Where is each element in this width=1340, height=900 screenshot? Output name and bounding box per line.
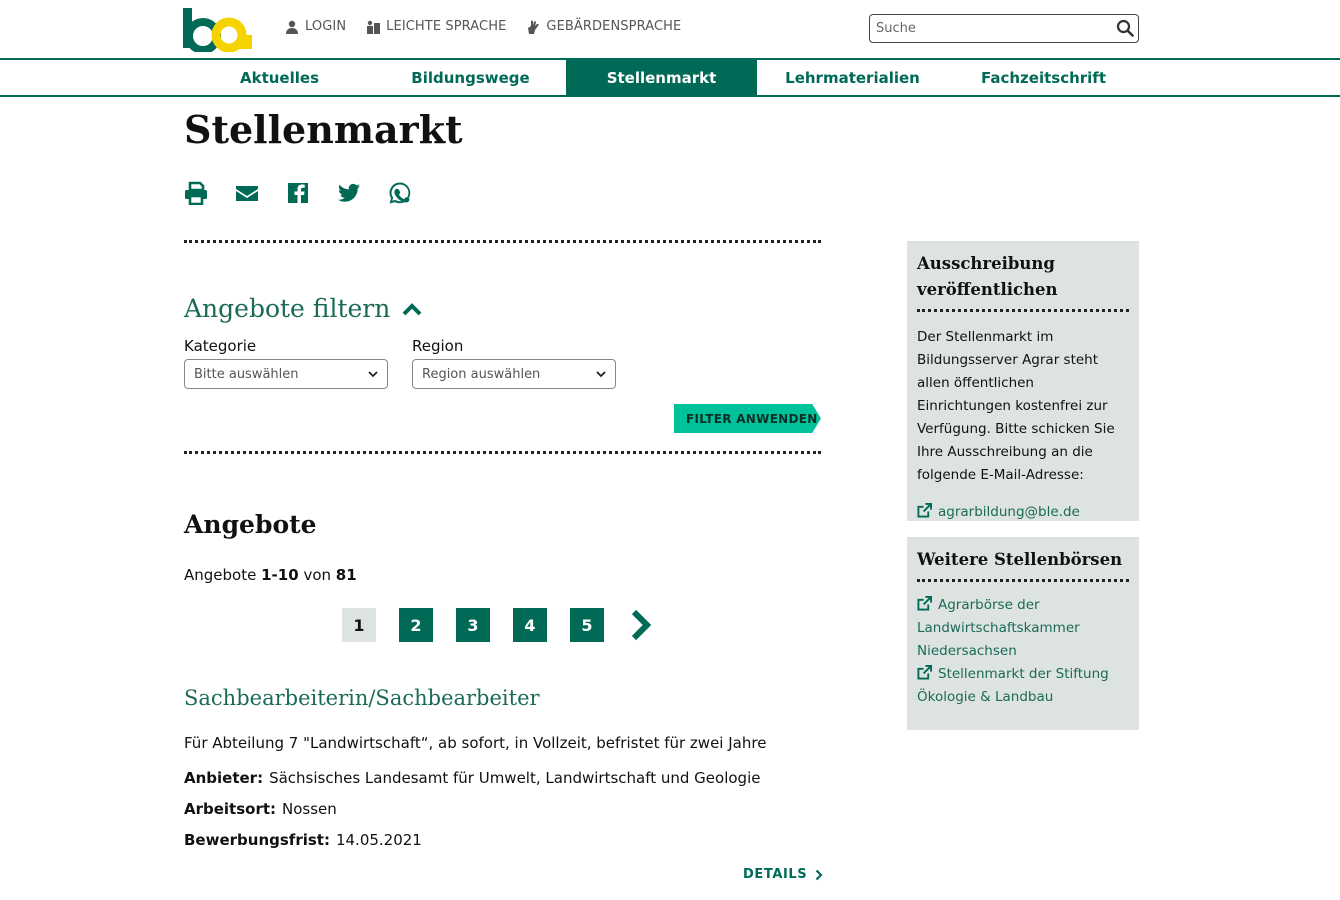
frist-label: Bewerbungsfrist:	[184, 831, 330, 849]
board-link-label: Stellenmarkt der Stiftung Ökologie & Lan…	[917, 666, 1109, 705]
nav-item-lehrmaterialien[interactable]: Lehrmaterialien	[757, 60, 948, 95]
whatsapp-icon[interactable]	[388, 181, 412, 205]
chevron-right-icon	[631, 609, 652, 641]
count-prefix: Angebote	[184, 566, 257, 584]
search-box	[869, 14, 1139, 43]
results-count: Angebote 1-10 von 81	[184, 566, 357, 584]
box-title: Weitere Stellenbörsen	[917, 547, 1129, 582]
page-button-1[interactable]: 1	[342, 608, 376, 642]
region-select[interactable]: Region auswählen	[412, 359, 616, 389]
anbieter-label: Anbieter:	[184, 769, 264, 787]
anbieter-value: Sächsisches Landesamt für Umwelt, Landwi…	[269, 769, 761, 787]
easy-language-icon	[367, 20, 381, 34]
job-arbeitsort: Arbeitsort: Nossen	[184, 800, 337, 818]
region-value: Region auswählen	[422, 366, 541, 382]
external-link-icon	[917, 665, 932, 680]
site-logo[interactable]	[183, 6, 255, 54]
external-link-icon	[917, 503, 932, 518]
job-title-link[interactable]: Sachbearbeiterin/Sachbearbeiter	[184, 686, 540, 710]
search-icon[interactable]	[1116, 19, 1134, 37]
kategorie-value: Bitte auswählen	[194, 366, 299, 382]
nav-item-stellenmarkt[interactable]: Stellenmarkt	[566, 60, 757, 95]
nav-item-fachzeitschrift[interactable]: Fachzeitschrift	[948, 60, 1139, 95]
twitter-icon[interactable]	[337, 181, 361, 205]
sidebar-box-publish: Ausschreibung veröffentlichen Der Stelle…	[907, 241, 1139, 521]
page-title: Stellenmarkt	[184, 107, 463, 152]
share-bar	[184, 181, 412, 205]
chevron-down-icon	[596, 371, 606, 378]
count-total: 81	[335, 566, 357, 584]
external-board-link[interactable]: Agrarbörse der Landwirtschaftskammer Nie…	[917, 594, 1129, 663]
easy-language-label: LEICHTE SPRACHE	[386, 19, 507, 34]
external-board-link[interactable]: Stellenmarkt der Stiftung Ökologie & Lan…	[917, 663, 1129, 709]
email-link-label: agrarbildung@ble.de	[938, 504, 1080, 520]
meta-links: LOGIN LEICHTE SPRACHE GEBÄRDENSPRACHE	[285, 19, 681, 34]
apply-filter-button[interactable]: FILTER ANWENDEN	[674, 404, 821, 433]
results-heading: Angebote	[184, 510, 317, 539]
external-link-icon	[917, 596, 932, 611]
nav-item-aktuelles[interactable]: Aktuelles	[184, 60, 375, 95]
search-input[interactable]	[870, 15, 1100, 41]
job-frist: Bewerbungsfrist: 14.05.2021	[184, 831, 422, 849]
mail-icon[interactable]	[235, 181, 259, 205]
divider	[184, 240, 821, 243]
filter-title: Angebote filtern	[184, 294, 391, 323]
count-range: 1-10	[261, 566, 299, 584]
top-header: LOGIN LEICHTE SPRACHE GEBÄRDENSPRACHE	[0, 0, 1340, 58]
chevron-right-icon	[816, 869, 823, 880]
box-title: Ausschreibung veröffentlichen	[917, 251, 1129, 312]
email-link[interactable]: agrarbildung@ble.de	[917, 501, 1129, 524]
sign-language-link[interactable]: GEBÄRDENSPRACHE	[526, 19, 681, 34]
chevron-down-icon	[368, 371, 378, 378]
frist-value: 14.05.2021	[335, 831, 422, 849]
divider	[184, 451, 821, 454]
filter-toggle[interactable]: Angebote filtern	[184, 294, 422, 323]
user-icon	[286, 20, 298, 34]
page-button-4[interactable]: 4	[513, 608, 547, 642]
easy-language-link[interactable]: LEICHTE SPRACHE	[366, 19, 506, 34]
page-button-3[interactable]: 3	[456, 608, 490, 642]
chevron-up-icon	[402, 302, 422, 315]
page-button-5[interactable]: 5	[570, 608, 604, 642]
pagination: 1 2 3 4 5	[342, 608, 655, 642]
main-nav: Aktuelles Bildungswege Stellenmarkt Lehr…	[0, 58, 1340, 97]
box-text: Der Stellenmarkt im Bildungsserver Agrar…	[917, 329, 1115, 483]
details-label: DETAILS	[743, 867, 808, 882]
arbeitsort-label: Arbeitsort:	[184, 800, 277, 818]
next-page-button[interactable]	[627, 608, 655, 642]
count-mid: von	[303, 566, 331, 584]
region-label: Region	[412, 337, 464, 355]
nav-item-bildungswege[interactable]: Bildungswege	[375, 60, 566, 95]
sign-language-label: GEBÄRDENSPRACHE	[546, 19, 682, 34]
login-label: LOGIN	[305, 19, 347, 34]
page-button-2[interactable]: 2	[399, 608, 433, 642]
kategorie-select[interactable]: Bitte auswählen	[184, 359, 388, 389]
sidebar-box-other-boards: Weitere Stellenbörsen Agrarbörse der Lan…	[907, 537, 1139, 730]
details-link[interactable]: DETAILS	[743, 867, 823, 882]
sign-language-icon	[528, 20, 540, 34]
arbeitsort-value: Nossen	[282, 800, 337, 818]
kategorie-label: Kategorie	[184, 337, 257, 355]
login-link[interactable]: LOGIN	[285, 19, 346, 34]
print-icon[interactable]	[184, 181, 208, 205]
facebook-icon[interactable]	[286, 181, 310, 205]
job-anbieter: Anbieter: Sächsisches Landesamt für Umwel…	[184, 769, 760, 787]
job-description: Für Abteilung 7 "Landwirtschaft“, ab sof…	[184, 734, 767, 752]
board-link-label: Agrarbörse der Landwirtschaftskammer Nie…	[917, 597, 1080, 659]
